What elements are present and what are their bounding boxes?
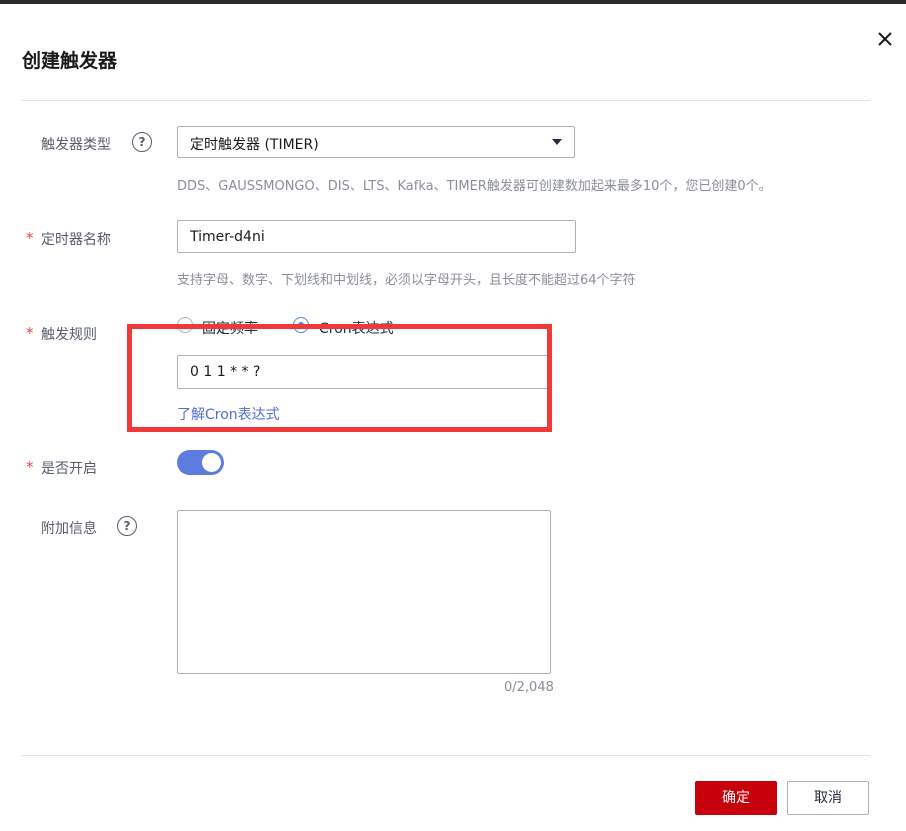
question-circle-icon[interactable]: ?	[117, 516, 137, 536]
radio-fixed-rate[interactable]	[177, 317, 193, 333]
timer-name-input[interactable]	[177, 220, 576, 253]
trigger-type-select[interactable]: 定时触发器 (TIMER)	[177, 126, 575, 158]
additional-info-label: 附加信息	[41, 521, 97, 537]
required-mark: *	[26, 458, 34, 476]
enabled-label: 是否开启	[41, 461, 97, 477]
trigger-type-hint: DDS、GAUSSMONGO、DIS、LTS、Kafka、TIMER触发器可创建…	[177, 179, 772, 194]
char-counter: 0/2,048	[504, 680, 554, 695]
trigger-type-selected-value: 定时触发器 (TIMER)	[190, 137, 319, 153]
cron-expression-input[interactable]	[177, 355, 551, 389]
confirm-button[interactable]: 确定	[695, 781, 777, 815]
window-top-bar	[0, 0, 906, 4]
timer-name-hint: 支持字母、数字、下划线和中划线，必须以字母开头，且长度不能超过64个字符	[177, 273, 636, 288]
timer-name-label: 定时器名称	[41, 232, 111, 248]
footer-divider	[22, 755, 870, 756]
radio-cron-expression[interactable]	[293, 317, 309, 333]
enabled-toggle[interactable]	[177, 450, 224, 475]
cancel-button[interactable]: 取消	[787, 781, 869, 815]
required-mark: *	[26, 229, 34, 247]
required-mark: *	[26, 324, 34, 342]
dialog-title: 创建触发器	[22, 50, 118, 72]
additional-info-textarea[interactable]	[177, 510, 551, 674]
trigger-rule-label: 触发规则	[41, 327, 97, 343]
question-circle-icon[interactable]: ?	[132, 132, 152, 152]
header-divider	[22, 100, 870, 101]
radio-cron-expression-label: Cron表达式	[319, 321, 394, 337]
radio-fixed-rate-label: 固定频率	[202, 321, 258, 337]
toggle-knob	[202, 453, 221, 472]
learn-cron-link[interactable]: 了解Cron表达式	[177, 404, 280, 424]
caret-down-icon	[552, 139, 562, 145]
close-icon[interactable]	[874, 28, 896, 50]
trigger-type-label: 触发器类型	[41, 137, 111, 153]
